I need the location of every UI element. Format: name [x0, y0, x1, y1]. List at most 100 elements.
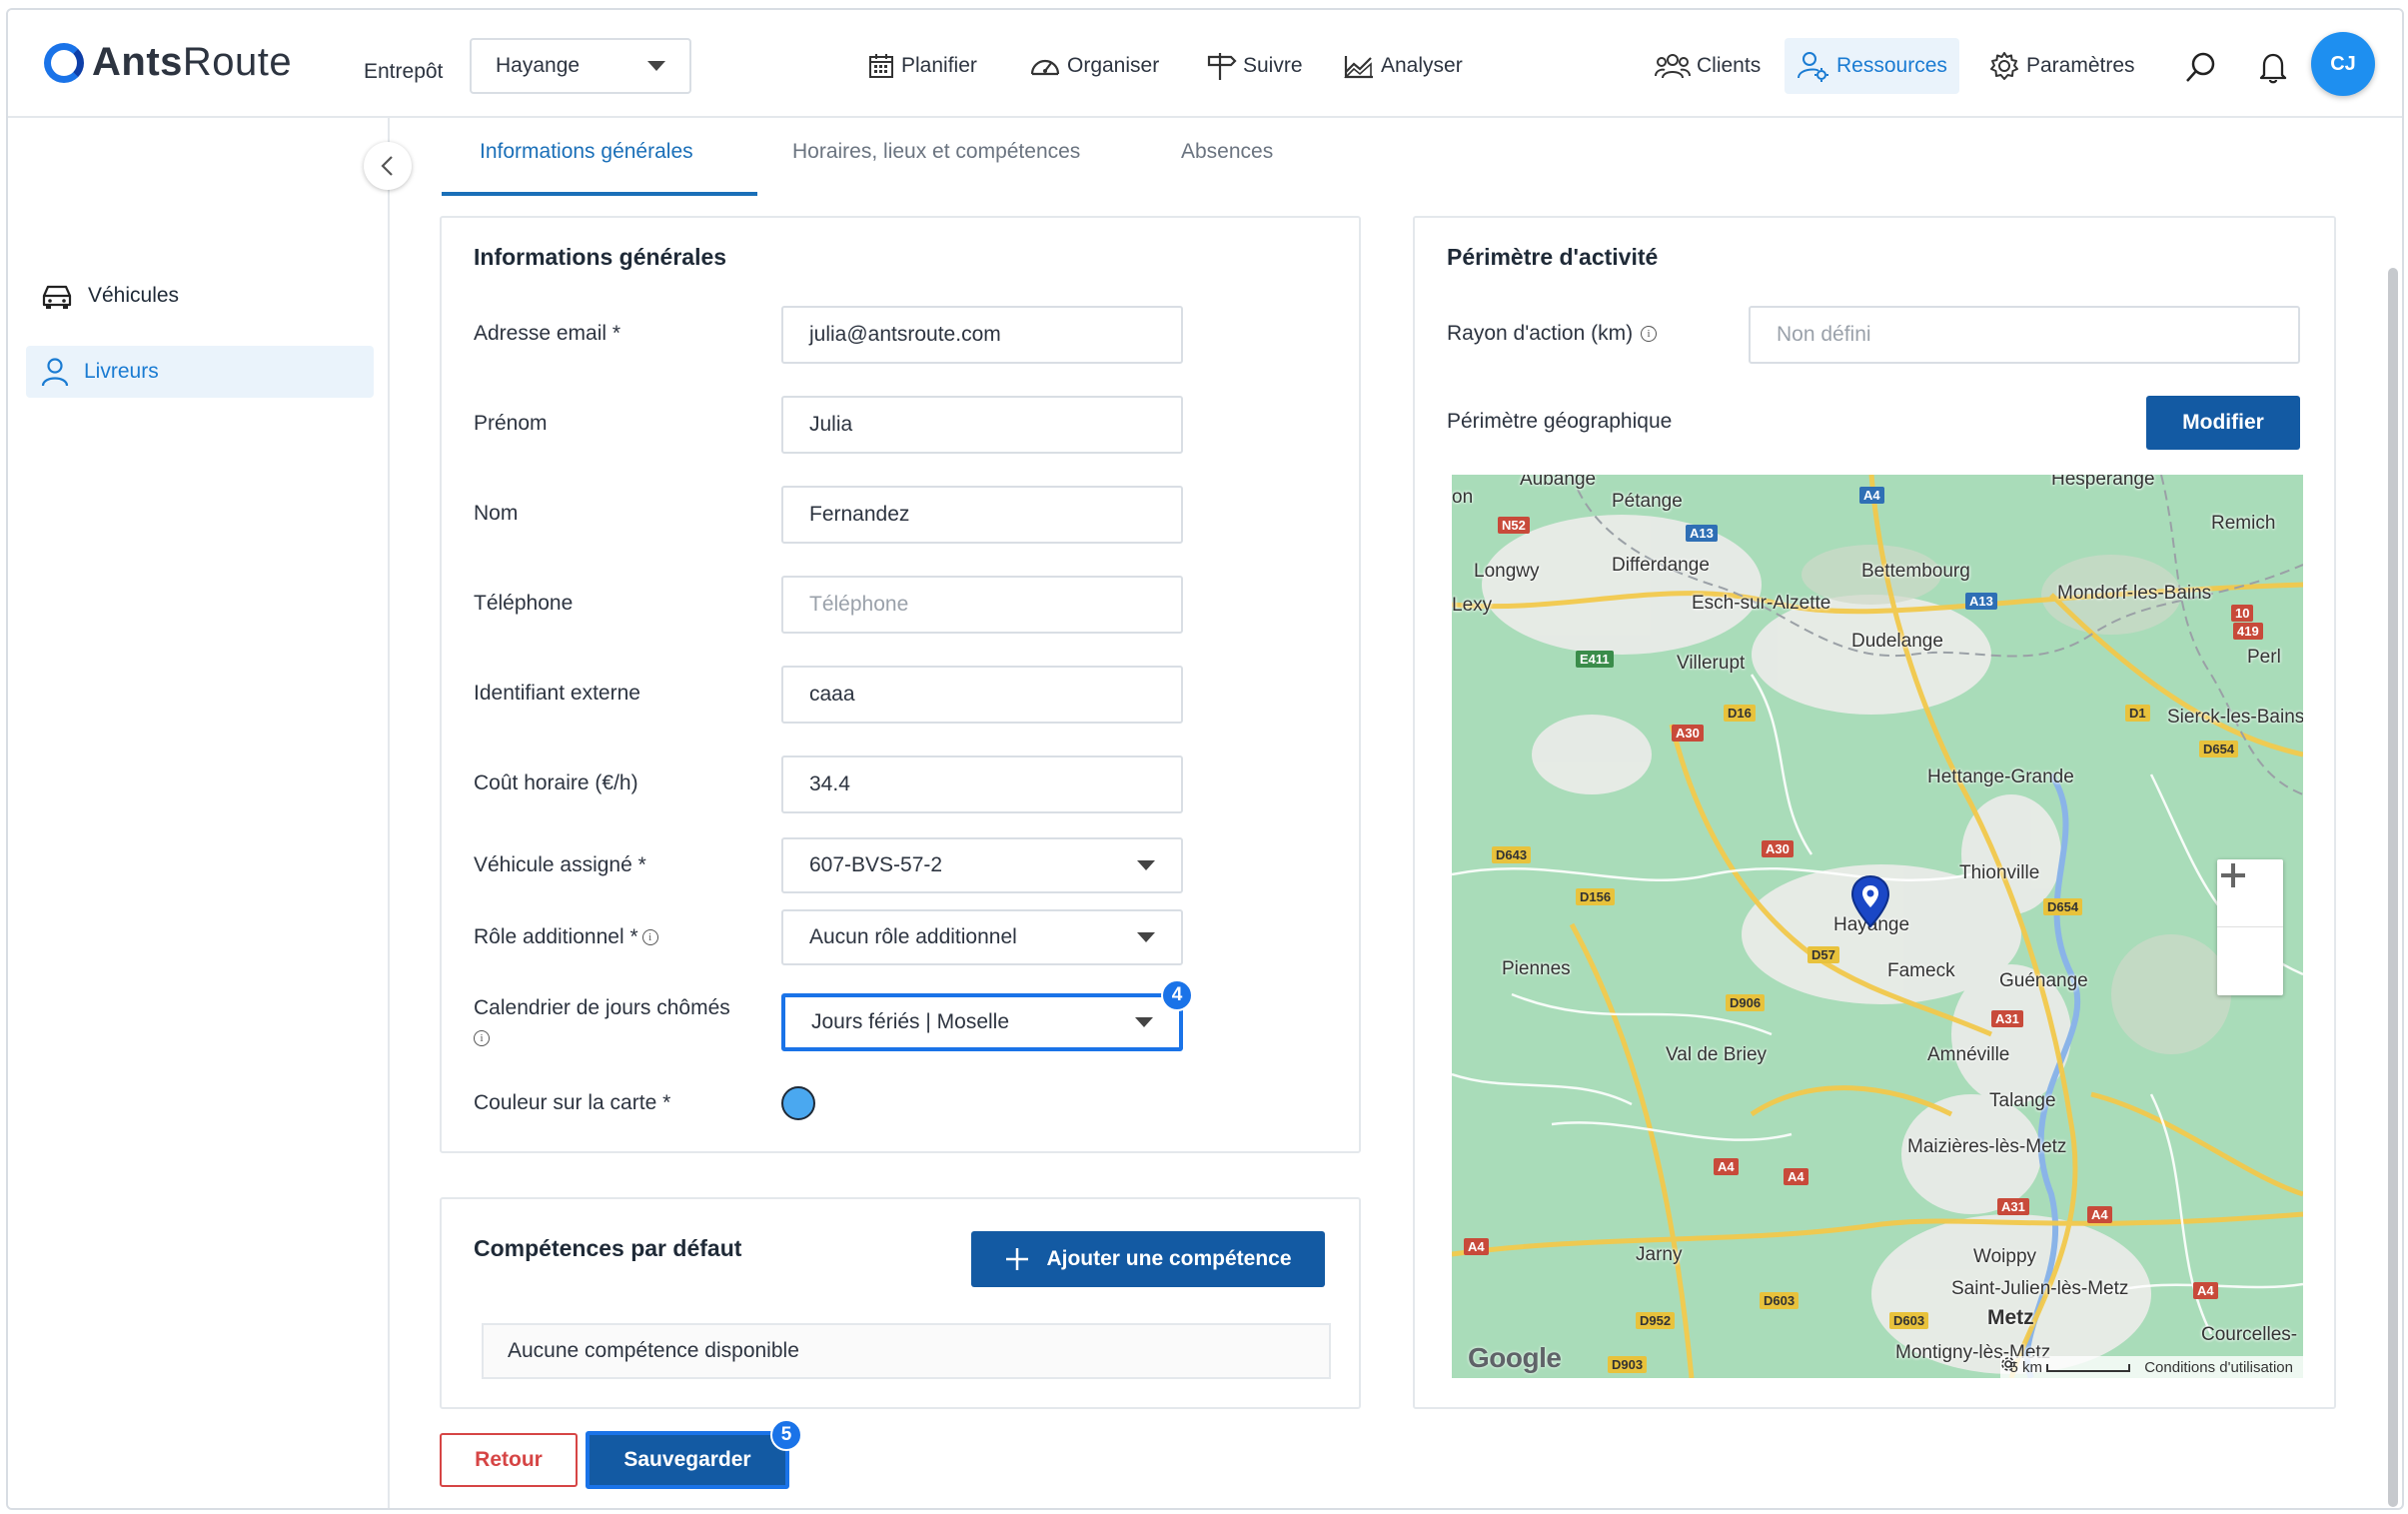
- role-select[interactable]: Aucun rôle additionnel: [781, 909, 1183, 965]
- tab-general-info[interactable]: Informations générales: [480, 140, 693, 164]
- hourly-cost-field[interactable]: 34.4: [781, 756, 1183, 813]
- road-tag: A31: [1997, 1198, 2029, 1215]
- skills-empty-state: Aucune compétence disponible: [482, 1323, 1331, 1379]
- holiday-calendar-select[interactable]: Jours fériés | Moselle: [781, 993, 1183, 1051]
- road-tag: A4: [2087, 1206, 2112, 1223]
- phone-field[interactable]: Téléphone: [781, 576, 1183, 634]
- road-tag: A4: [1859, 487, 1884, 504]
- map-place: Perl: [2247, 647, 2281, 668]
- top-header: AntsRoute Entrepôt Hayange Planifier Org…: [8, 10, 2402, 118]
- external-id-field[interactable]: caaa: [781, 666, 1183, 724]
- brand-logo[interactable]: AntsRoute: [44, 40, 292, 85]
- google-logo: Google: [1468, 1342, 1562, 1373]
- road-tag: A4: [2193, 1282, 2218, 1299]
- gear-icon[interactable]: [2000, 1356, 2016, 1372]
- save-button[interactable]: Sauvegarder: [586, 1431, 789, 1489]
- signpost-icon: [1207, 53, 1237, 80]
- nav-track[interactable]: Suivre: [1205, 38, 1303, 94]
- road-tag: D903: [1608, 1356, 1648, 1373]
- map-place: Remich: [2211, 513, 2276, 534]
- road-tag: A31: [1991, 1010, 2023, 1027]
- nav-clients-label: Clients: [1697, 54, 1762, 77]
- map-place: Mondorf-les-Bains: [2057, 583, 2212, 604]
- road-tag: A30: [1672, 725, 1704, 742]
- zoom-out-button[interactable]: [2217, 873, 2283, 995]
- notifications-button[interactable]: [2258, 50, 2288, 89]
- nav-settings-label: Paramètres: [2026, 54, 2135, 77]
- road-tag: A13: [1965, 593, 1997, 610]
- nav-analyze-label: Analyser: [1381, 54, 1463, 77]
- page-scrollbar[interactable]: [2388, 268, 2398, 1507]
- road-tag: D16: [1724, 705, 1756, 722]
- brand-name-bold: Ants: [92, 40, 183, 84]
- info-icon[interactable]: i: [474, 1030, 490, 1047]
- road-tag: D603: [1889, 1312, 1929, 1329]
- user-avatar[interactable]: CJ: [2311, 32, 2375, 96]
- firstname-value: Julia: [809, 413, 853, 436]
- road-tag: D654: [2199, 741, 2239, 757]
- role-label: Rôle additionnel *: [474, 925, 638, 948]
- nav-plan[interactable]: Planifier: [867, 38, 977, 94]
- nav-settings[interactable]: Paramètres: [1988, 38, 2135, 94]
- car-icon: [42, 285, 72, 309]
- add-skill-button[interactable]: Ajouter une compétence: [971, 1231, 1325, 1287]
- email-field[interactable]: julia@antsroute.com: [781, 306, 1183, 364]
- map-place: Pétange: [1612, 491, 1683, 512]
- lastname-label: Nom: [474, 502, 519, 525]
- vehicle-select[interactable]: 607-BVS-57-2: [781, 837, 1183, 893]
- sidebar-item-drivers[interactable]: Livreurs: [26, 346, 374, 398]
- radius-label-row: Rayon d'action (km) i: [1447, 322, 1658, 346]
- radius-field[interactable]: Non défini: [1749, 306, 2300, 364]
- road-tag: D603: [1760, 1292, 1800, 1309]
- collapse-sidebar-button[interactable]: [364, 142, 412, 190]
- default-skills-title: Compétences par défaut: [474, 1235, 742, 1261]
- nav-resources[interactable]: Ressources: [1785, 38, 1959, 94]
- sidebar-item-vehicles[interactable]: Véhicules: [26, 270, 374, 322]
- tab-hours-locations-skills[interactable]: Horaires, lieux et compétences: [792, 140, 1080, 164]
- map-color-label: Couleur sur la carte *: [474, 1091, 671, 1114]
- map-place: Thionville: [1959, 862, 2040, 883]
- search-button[interactable]: [2184, 50, 2218, 89]
- tab-absences[interactable]: Absences: [1181, 140, 1273, 164]
- info-icon[interactable]: i: [641, 929, 658, 946]
- road-tag: A4: [1464, 1238, 1489, 1255]
- map-place: Talange: [1989, 1090, 2056, 1111]
- warehouse-value: Hayange: [496, 54, 581, 77]
- step-badge: 4: [1161, 979, 1193, 1011]
- back-button[interactable]: Retour: [440, 1433, 578, 1487]
- map-place: Woippy: [1973, 1246, 2037, 1267]
- lastname-field[interactable]: Fernandez: [781, 486, 1183, 544]
- map-terms-link[interactable]: Conditions d'utilisation: [2144, 1359, 2293, 1376]
- location-pin-icon: [1850, 874, 1890, 928]
- map-place: Sierck-les-Bains: [2167, 707, 2303, 728]
- nav-analyze[interactable]: Analyser: [1343, 38, 1463, 94]
- info-icon[interactable]: i: [1641, 326, 1658, 343]
- map-place: Courcelles-: [2201, 1324, 2298, 1345]
- firstname-field[interactable]: Julia: [781, 396, 1183, 454]
- map-place: Differdange: [1612, 555, 1710, 576]
- map-color-swatch[interactable]: [781, 1086, 815, 1120]
- map-place: Hesperange: [2051, 475, 2155, 490]
- brand-logo-icon: [44, 42, 84, 83]
- perimeter-map[interactable]: Aubange on Pétange Hesperange Remich Lon…: [1452, 475, 2303, 1378]
- map-place: Longwy: [1474, 561, 1540, 582]
- lastname-value: Fernandez: [809, 503, 910, 526]
- user-icon: [41, 358, 69, 387]
- calendar-label-row: Calendrier de jours chômés i: [474, 993, 763, 1053]
- phone-placeholder: Téléphone: [809, 593, 909, 616]
- road-tag: D952: [1636, 1312, 1676, 1329]
- map-scale: 5 km: [2010, 1359, 2131, 1376]
- nav-organize[interactable]: Organiser: [1029, 38, 1159, 94]
- road-tag: D643: [1492, 846, 1532, 863]
- map-attribution: 5 km Conditions d'utilisation: [1999, 1356, 2303, 1378]
- role-label-row: Rôle additionnel * i: [474, 925, 658, 949]
- road-tag: D1: [2125, 705, 2150, 722]
- map-place: Piennes: [1502, 958, 1571, 979]
- warehouse-select[interactable]: Hayange: [470, 38, 691, 94]
- modify-perimeter-button[interactable]: Modifier: [2146, 396, 2300, 450]
- vehicle-label: Véhicule assigné *: [474, 853, 646, 876]
- nav-clients[interactable]: Clients: [1655, 38, 1761, 94]
- map-place: Val de Briey: [1666, 1044, 1768, 1065]
- map-place: Metz: [1987, 1306, 2034, 1329]
- road-tag: 10: [2231, 605, 2254, 622]
